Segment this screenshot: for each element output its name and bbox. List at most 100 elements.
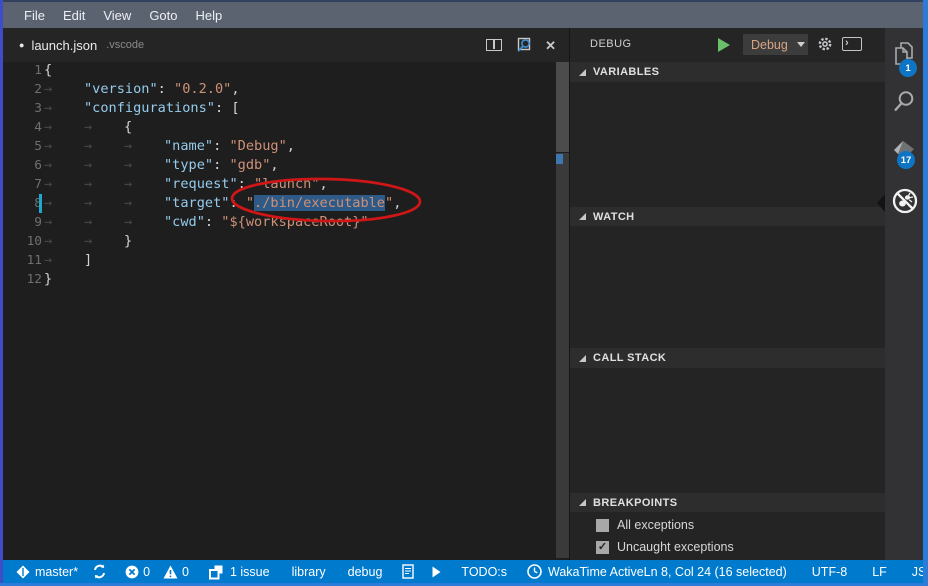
line-number: 7 <box>3 175 42 194</box>
play-status-icon[interactable] <box>432 566 441 578</box>
todo-item[interactable]: TODO:s <box>461 565 507 579</box>
split-editor-icon[interactable] <box>486 39 502 51</box>
code-token: : <box>205 214 221 230</box>
checkbox-unchecked[interactable] <box>596 519 609 532</box>
tab-whitespace-icon: → <box>44 194 84 213</box>
line-number: 10 <box>3 232 42 251</box>
code-token: "${workspaceRoot}" <box>221 214 368 230</box>
issues-icon <box>208 564 224 580</box>
close-tab-icon[interactable]: ✕ <box>545 39 556 52</box>
breakpoint-rows: All exceptions✓Uncaught exceptions <box>570 514 885 558</box>
tab-folder-hint: .vscode <box>106 39 144 51</box>
code-text: →→→"target": "./bin/executable", <box>44 194 401 213</box>
tab-bar: ● launch.json .vscode ✕ <box>3 28 570 62</box>
tab-whitespace-icon: → <box>124 156 164 175</box>
debug-status-label: debug <box>348 565 383 579</box>
gear-icon[interactable] <box>816 35 834 58</box>
git-branch-item[interactable]: master* <box>16 565 78 579</box>
code-token: : <box>213 138 229 154</box>
tab-whitespace-icon: → <box>44 251 84 270</box>
encoding-item[interactable]: UTF-8 <box>812 565 847 579</box>
eol-label: LF <box>872 565 887 579</box>
code-line[interactable]: 1{ <box>3 61 553 80</box>
debug-icon[interactable] <box>890 186 918 214</box>
section-variables[interactable]: VARIABLES <box>570 62 885 82</box>
code-token: "cwd" <box>164 214 205 230</box>
debug-status-item[interactable]: debug <box>348 565 383 579</box>
window-border-top <box>0 0 928 2</box>
chevron-down-icon <box>797 42 805 47</box>
code-line[interactable]: 8→→→"target": "./bin/executable", <box>3 194 553 213</box>
tab-whitespace-icon: → <box>124 213 164 232</box>
section-expand-icon <box>579 213 586 220</box>
menu-edit[interactable]: Edit <box>54 4 94 27</box>
line-number: 8 <box>3 194 42 213</box>
menu-file[interactable]: File <box>15 4 54 27</box>
wakatime-item[interactable]: WakaTime Active <box>527 564 644 579</box>
code-token: ] <box>84 252 92 268</box>
editor-scrollbar-thumb[interactable] <box>556 62 569 152</box>
code-token: { <box>124 119 132 135</box>
menu-help[interactable]: Help <box>187 4 232 27</box>
code-line[interactable]: 2→"version": "0.2.0", <box>3 80 553 99</box>
error-count: 0 <box>143 565 150 579</box>
line-number: 4 <box>3 118 42 137</box>
code-text: →→} <box>44 232 132 251</box>
open-preview-icon[interactable] <box>515 37 532 53</box>
warnings-item[interactable]: 0 <box>163 565 189 579</box>
editor-scrollbar[interactable] <box>556 153 569 558</box>
menu-view[interactable]: View <box>94 4 140 27</box>
section-expand-icon <box>579 69 586 76</box>
open-console-icon[interactable]: › <box>842 37 862 51</box>
library-item[interactable]: library <box>292 565 326 579</box>
text-cursor <box>39 194 42 213</box>
code-line[interactable]: 9→→→"cwd": "${workspaceRoot}" <box>3 213 553 232</box>
debug-config-dropdown[interactable]: Debug <box>743 34 808 55</box>
tab-whitespace-icon: → <box>124 137 164 156</box>
code-line[interactable]: 7→→→"request": "launch", <box>3 175 553 194</box>
section-label: VARIABLES <box>593 66 659 78</box>
code-token: , <box>393 195 401 211</box>
section-label: BREAKPOINTS <box>593 497 677 509</box>
warning-icon <box>163 565 178 579</box>
code-text: →"configurations": [ <box>44 99 240 118</box>
code-text: →→→"type": "gdb", <box>44 156 279 175</box>
code-token: : <box>213 157 229 173</box>
code-token: "version" <box>84 81 158 97</box>
section-expand-icon <box>579 355 586 362</box>
code-line[interactable]: 11→] <box>3 251 553 270</box>
section-watch[interactable]: WATCH <box>570 207 885 226</box>
menu-goto[interactable]: Goto <box>140 4 186 27</box>
section-breakpoints[interactable]: BREAKPOINTS <box>570 493 885 512</box>
debug-panel-title: DEBUG <box>590 38 632 50</box>
tab-whitespace-icon: → <box>44 80 84 99</box>
code-token: "type" <box>164 157 213 173</box>
code-line[interactable]: 3→"configurations": [ <box>3 99 553 118</box>
document-icon[interactable] <box>402 564 414 579</box>
checkbox-checked[interactable]: ✓ <box>596 541 609 554</box>
code-line[interactable]: 6→→→"type": "gdb", <box>3 156 553 175</box>
debug-toolbar: DEBUG Debug › <box>570 28 885 61</box>
code-line[interactable]: 4→→{ <box>3 118 553 137</box>
code-text: →→→"cwd": "${workspaceRoot}" <box>44 213 369 232</box>
code-token: : <box>238 176 254 192</box>
eol-item[interactable]: LF <box>872 565 887 579</box>
sync-button[interactable] <box>92 564 107 579</box>
code-token: : <box>229 195 245 211</box>
active-view-indicator <box>877 194 885 212</box>
editor-region: ● launch.json .vscode ✕ 1{2→"version": "… <box>3 28 570 560</box>
issues-item[interactable]: 1 issue <box>208 564 270 580</box>
search-icon[interactable] <box>890 88 918 116</box>
code-token: "configurations" <box>84 100 215 116</box>
tab-whitespace-icon: → <box>44 232 84 251</box>
code-line[interactable]: 10→→} <box>3 232 553 251</box>
line-number: 11 <box>3 251 42 270</box>
tab-launch-json[interactable]: launch.json <box>31 38 97 53</box>
code-line[interactable]: 12} <box>3 270 553 289</box>
errors-item[interactable]: 0 <box>125 565 150 579</box>
cursor-position-item[interactable]: Ln 8, Col 24 (16 selected) <box>644 565 787 579</box>
section-call-stack[interactable]: CALL STACK <box>570 348 885 368</box>
code-line[interactable]: 5→→→"name": "Debug", <box>3 137 553 156</box>
start-debug-button[interactable] <box>718 38 730 52</box>
tab-whitespace-icon: → <box>84 156 124 175</box>
